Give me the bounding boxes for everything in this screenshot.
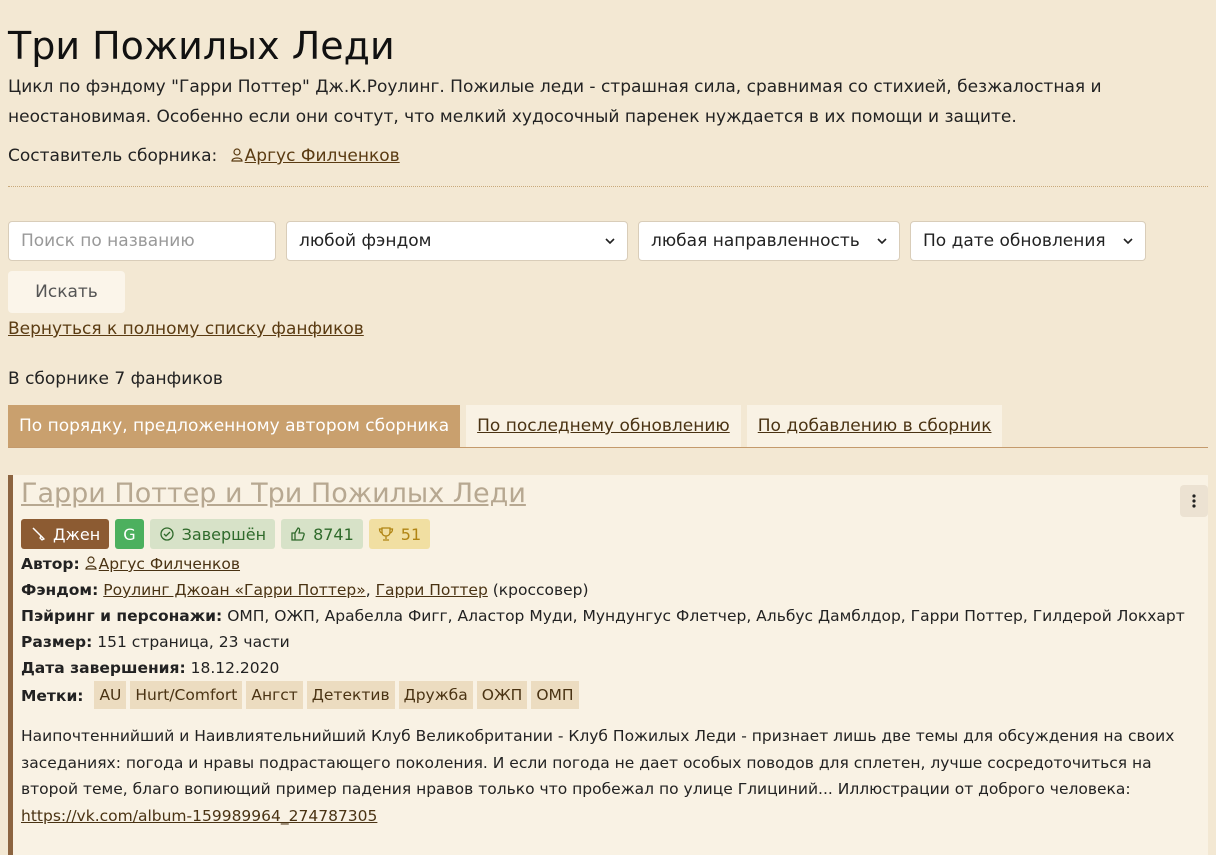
user-icon: [231, 148, 243, 162]
pairing-row: Пэйринг и персонажи: ОМП, ОЖП, Арабелла …: [21, 603, 1208, 629]
pairing-label: Пэйринг и персонажи:: [21, 607, 223, 625]
tab-added-to-collection[interactable]: По добавлению в сборник: [746, 405, 1003, 447]
tag-list: AU Hurt/Comfort Ангст Детектив Дружба ОЖ…: [94, 681, 579, 709]
fandom-label: Фэндом:: [21, 581, 99, 599]
tab-label: По добавлению в сборник: [757, 416, 992, 436]
fic-summary: Наипочтеннийший и Наивлиятельнийший Клуб…: [21, 723, 1208, 829]
date-value: 18.12.2020: [190, 659, 280, 677]
fic-count: В сборнике 7 фанфиков: [8, 369, 223, 389]
author-name: Аргус Филченков: [98, 555, 241, 573]
tag-item[interactable]: Ангст: [246, 681, 303, 709]
check-circle-icon: [159, 527, 174, 541]
user-icon: [85, 556, 97, 570]
fandom-row: Фэндом: Роулинг Джоан «Гарри Поттер», Га…: [21, 577, 1208, 603]
chevron-down-icon: [1123, 238, 1133, 245]
size-label: Размер:: [21, 633, 93, 651]
compiler-link[interactable]: Аргус Филченков: [231, 146, 400, 166]
page-title: Три Пожилых Леди: [8, 24, 395, 68]
fandom-suffix: (кроссовер): [492, 581, 589, 599]
likes-badge: 8741: [281, 519, 363, 549]
direction-select[interactable]: любая направленность: [638, 221, 900, 261]
tag-item[interactable]: Детектив: [306, 681, 395, 709]
direction-badge[interactable]: Джен: [21, 519, 110, 549]
search-input[interactable]: Поиск по названию: [8, 221, 276, 261]
date-label: Дата завершения:: [21, 659, 186, 677]
filter-bar: Поиск по названию любой фэндом любая нап…: [8, 221, 1208, 261]
size-row: Размер: 151 страница, 23 части: [21, 629, 1208, 655]
tags-row: Метки: AU Hurt/Comfort Ангст Детектив Др…: [21, 681, 1208, 709]
compiler-label: Составитель сборника:: [8, 146, 218, 166]
fic-title-link[interactable]: Гарри Поттер и Три Пожилых Леди: [21, 475, 1208, 511]
sort-tabs: По порядку, предложенному автором сборни…: [8, 405, 1208, 448]
page: Три Пожилых Леди Цикл по фэндому "Гарри …: [0, 0, 1216, 855]
divider: [8, 186, 1208, 187]
chevron-down-icon: [605, 238, 615, 245]
fandom-link[interactable]: Гарри Поттер: [376, 581, 488, 599]
direction-select-value: любая направленность: [651, 231, 860, 251]
tag-item[interactable]: ОМП: [531, 681, 579, 709]
likes-count: 8741: [313, 524, 354, 544]
awards-count: 51: [400, 524, 422, 544]
tab-last-update[interactable]: По последнему обновлению: [466, 405, 741, 447]
tag-item[interactable]: AU: [94, 681, 127, 709]
status-badge: Завершён: [149, 519, 276, 549]
author-link[interactable]: Аргус Филченков: [85, 555, 240, 573]
sort-select-value: По дате обновления: [923, 231, 1106, 251]
compiler-line: Составитель сборника: Аргус Филченков: [8, 144, 1208, 168]
tab-author-order[interactable]: По порядку, предложенному автором сборни…: [8, 405, 461, 447]
fandom-select-value: любой фэндом: [299, 231, 432, 251]
brush-icon: [32, 527, 46, 541]
tag-item[interactable]: ОЖП: [476, 681, 528, 709]
summary-text: Наипочтеннийший и Наивлиятельнийший Клуб…: [21, 727, 1175, 798]
status-label: Завершён: [181, 524, 267, 544]
author-label: Автор:: [21, 555, 80, 573]
size-value: 151 страница, 23 части: [97, 633, 290, 651]
fandom-link[interactable]: Роулинг Джоан «Гарри Поттер»: [103, 581, 365, 599]
summary-link[interactable]: https://vk.com/album-159989964_274787305: [21, 807, 377, 825]
search-button[interactable]: Искать: [8, 271, 125, 313]
tag-item[interactable]: Hurt/Comfort: [130, 681, 243, 709]
tag-item[interactable]: Дружба: [398, 681, 473, 709]
tags-label: Метки:: [21, 687, 84, 705]
rating-badge[interactable]: G: [115, 519, 144, 549]
compiler-name: Аргус Филченков: [244, 146, 400, 166]
direction-label: Джен: [53, 524, 101, 544]
chevron-down-icon: [877, 238, 887, 245]
awards-badge: 51: [368, 519, 431, 549]
fic-badges: Джен G Завершён 8741 51: [21, 519, 1208, 549]
trophy-icon: [378, 527, 393, 541]
pairing-value[interactable]: ОМП, ОЖП, Арабелла Фигг, Аластор Муди, М…: [227, 607, 1185, 625]
thumbs-up-icon: [291, 527, 305, 541]
more-vertical-icon: [1192, 494, 1196, 508]
more-options-button[interactable]: [1180, 485, 1208, 517]
collection-description: Цикл по фэндому "Гарри Поттер" Дж.К.Роул…: [8, 77, 1102, 127]
back-to-list-link[interactable]: Вернуться к полному списку фанфиков: [8, 319, 364, 339]
fandom-select[interactable]: любой фэндом: [286, 221, 628, 261]
fic-card: Гарри Поттер и Три Пожилых Леди Джен G З…: [8, 475, 1208, 855]
fandom-separator: ,: [365, 581, 371, 599]
tab-label: По последнему обновлению: [477, 416, 730, 436]
author-row: Автор: Аргус Филченков: [21, 551, 1208, 577]
date-row: Дата завершения: 18.12.2020: [21, 655, 1208, 681]
sort-select[interactable]: По дате обновления: [910, 221, 1146, 261]
